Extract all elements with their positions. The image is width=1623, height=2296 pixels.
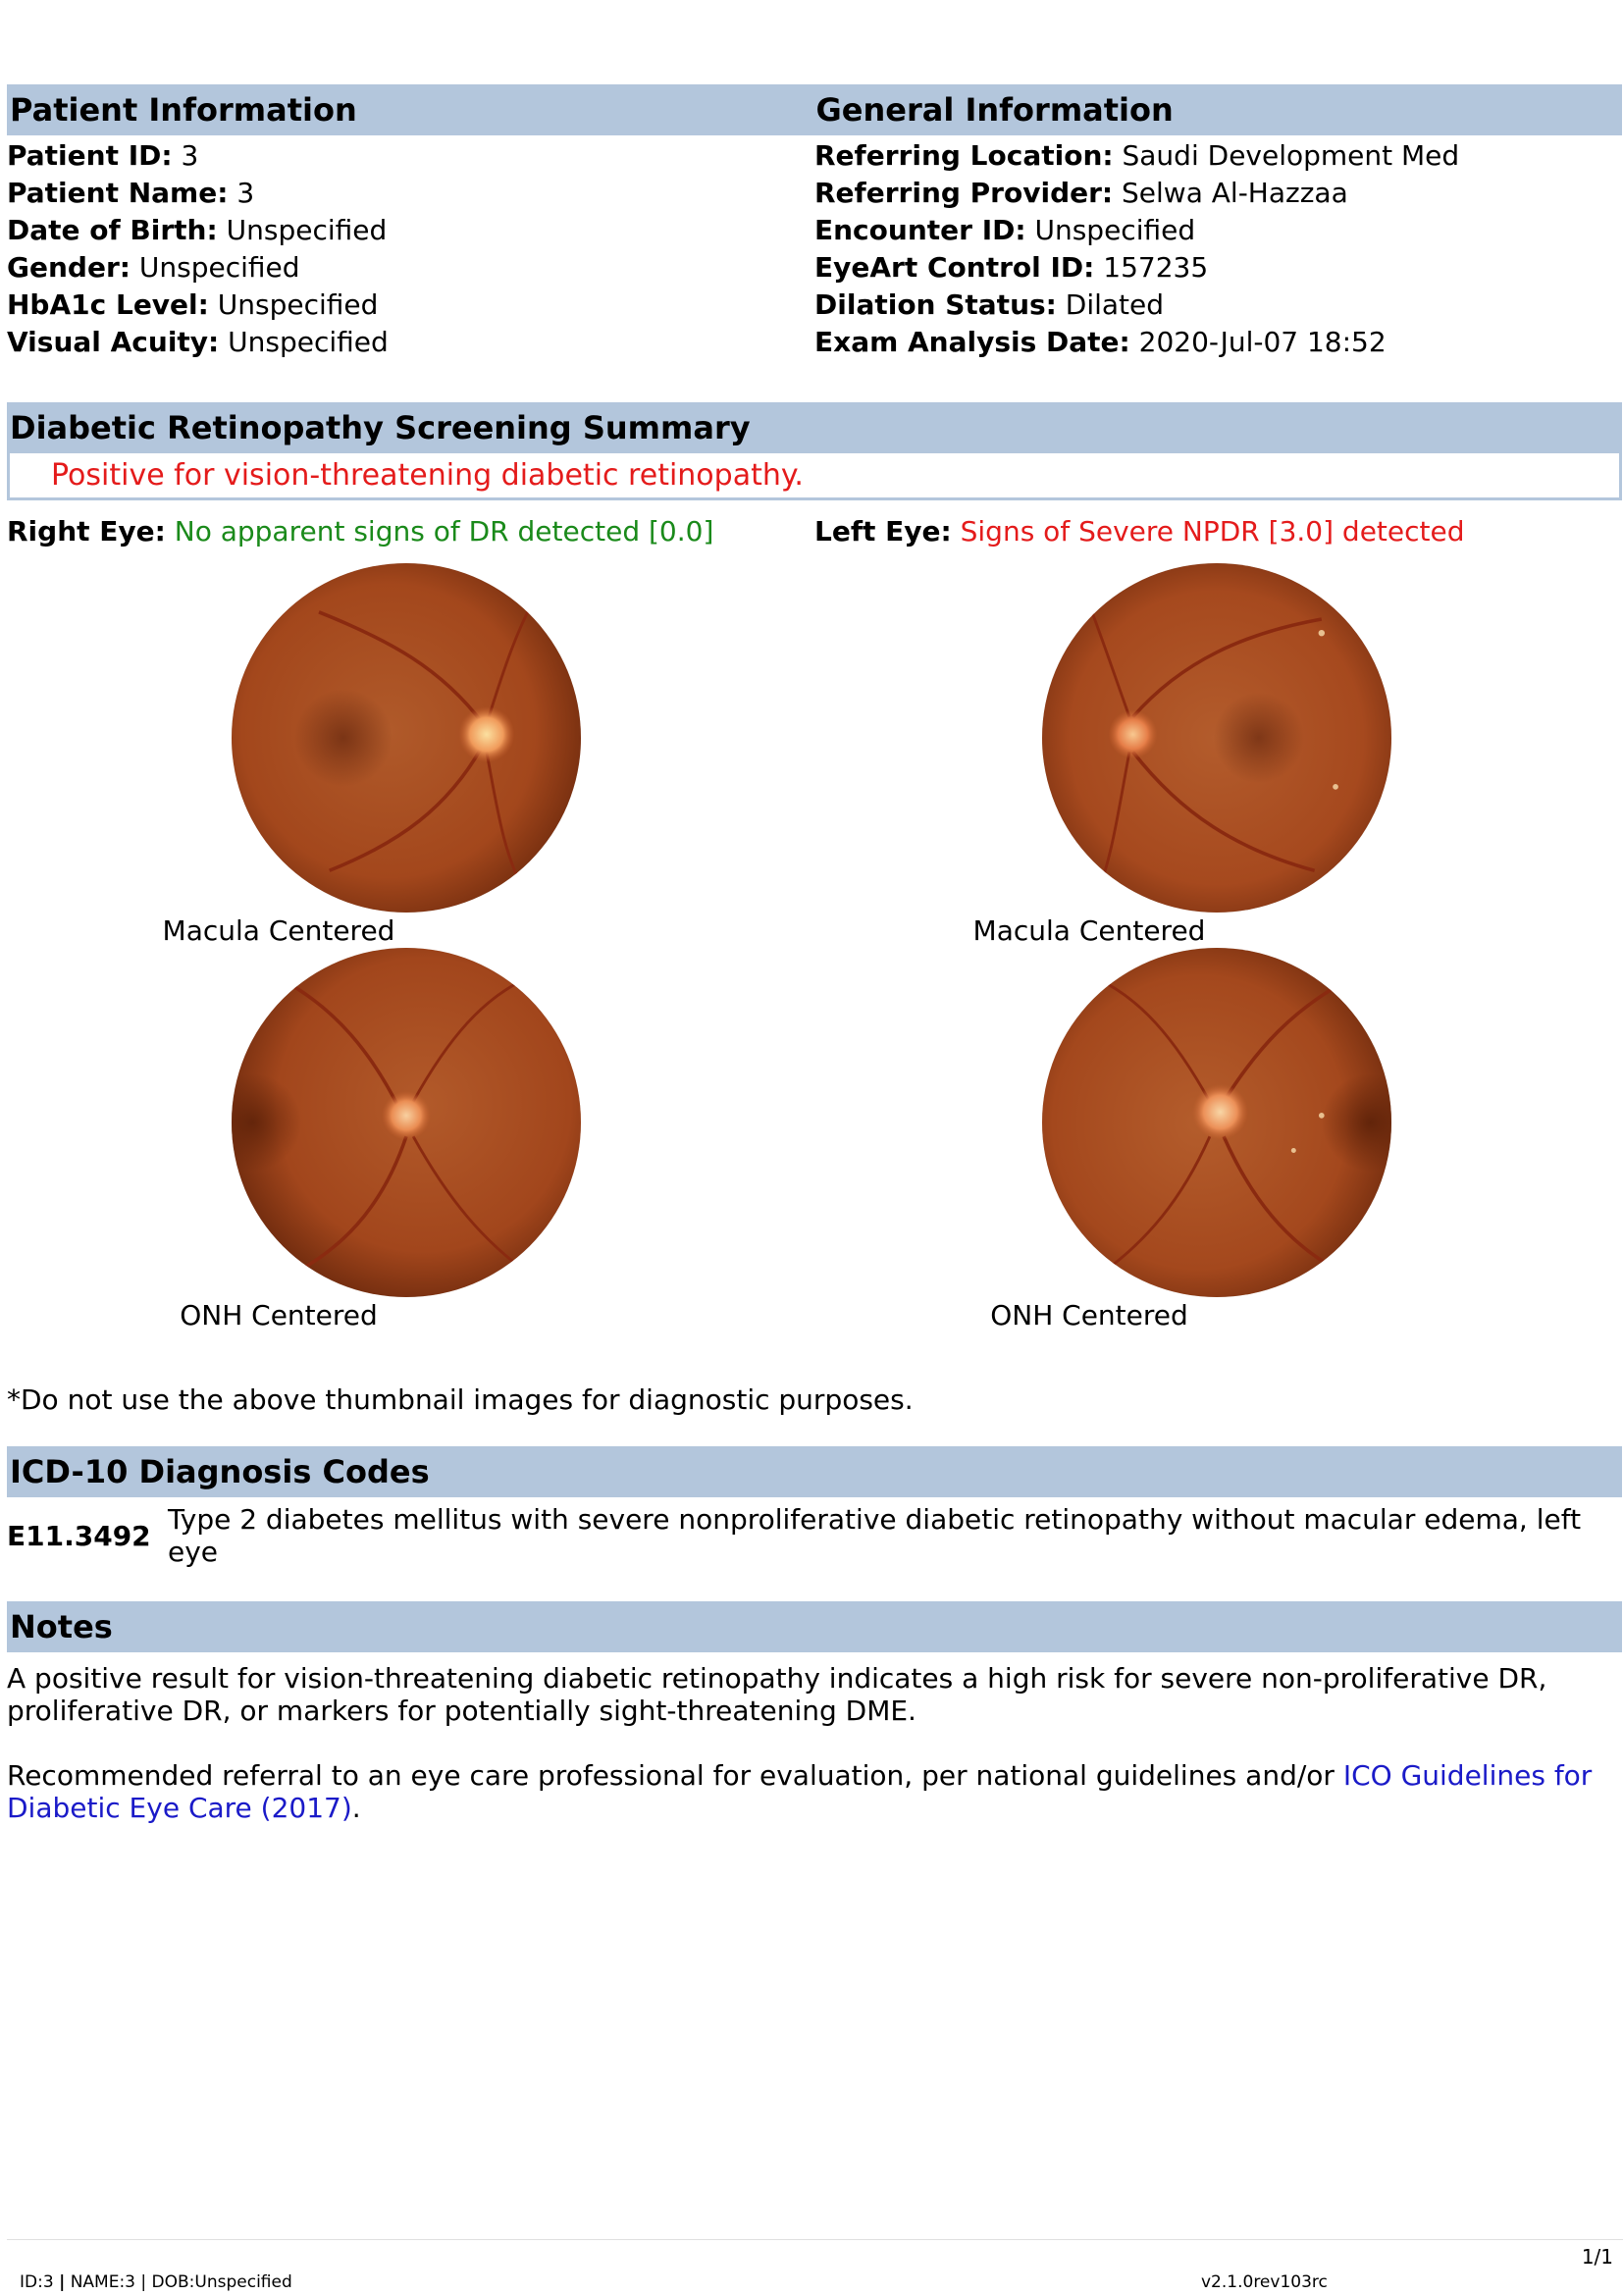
fundus-thumbnails: Macula Centered Macula Centered ONH Cent… <box>7 551 1622 1376</box>
eye-results-row: Right Eye: No apparent signs of DR detec… <box>7 510 1622 551</box>
notes-title: Notes <box>7 1601 1622 1652</box>
report-page: Patient Information General Information … <box>7 84 1622 1824</box>
summary-result: Positive for vision-threatening diabetic… <box>7 453 1622 500</box>
right-eye-result: Right Eye: No apparent signs of DR detec… <box>7 514 714 548</box>
page-number: 1/1 <box>1581 2245 1613 2269</box>
fundus-image-right-macula <box>232 563 581 913</box>
summary-title: Diabetic Retinopathy Screening Summary <box>7 402 1622 453</box>
info-header-band: Patient Information General Information <box>7 84 1622 135</box>
fundus-image-left-onh <box>1042 948 1391 1297</box>
control-id-row: EyeArt Control ID: 157235 <box>814 251 1209 284</box>
patient-name-row: Patient Name: 3 <box>7 177 255 209</box>
exam-date-row: Exam Analysis Date: 2020-Jul-07 18:52 <box>814 326 1387 358</box>
icd-title: ICD-10 Diagnosis Codes <box>7 1446 1622 1497</box>
dilation-status-row: Dilation Status: Dilated <box>814 288 1165 321</box>
footer-patient-summary: ID:3 | NAME:3 | DOB:Unspecified <box>20 2272 292 2292</box>
hba1c-row: HbA1c Level: Unspecified <box>7 288 379 321</box>
referring-provider-row: Referring Provider: Selwa Al-Hazzaa <box>814 177 1348 209</box>
fundus-image-left-macula <box>1042 563 1391 913</box>
footer-divider <box>7 2239 1623 2240</box>
encounter-id-row: Encounter ID: Unspecified <box>814 214 1196 246</box>
icd-code: E11.3492 <box>7 1519 151 1552</box>
dob-row: Date of Birth: Unspecified <box>7 214 388 246</box>
caption-right-macula: Macula Centered <box>162 914 395 947</box>
gender-row: Gender: Unspecified <box>7 251 300 284</box>
icd-code-row: E11.3492 Type 2 diabetes mellitus with s… <box>7 1503 1622 1568</box>
left-eye-result: Left Eye: Signs of Severe NPDR [3.0] det… <box>814 514 1465 548</box>
visual-acuity-row: Visual Acuity: Unspecified <box>7 326 389 358</box>
notes-paragraph-1: A positive result for vision-threatening… <box>7 1662 1547 1727</box>
patient-info-title: Patient Information <box>10 91 357 129</box>
icd-description: Type 2 diabetes mellitus with severe non… <box>168 1503 1582 1568</box>
general-info-title: General Information <box>815 91 1174 129</box>
general-info-list: Referring Location: Saudi Development Me… <box>814 137 1622 361</box>
fundus-image-right-onh <box>232 948 581 1297</box>
referring-location-row: Referring Location: Saudi Development Me… <box>814 139 1460 172</box>
patient-info-list: Patient ID: 3 Patient Name: 3 Date of Bi… <box>7 137 814 361</box>
caption-right-onh: ONH Centered <box>180 1299 378 1331</box>
patient-id-row: Patient ID: 3 <box>7 139 199 172</box>
caption-left-onh: ONH Centered <box>990 1299 1188 1331</box>
notes-body: A positive result for vision-threatening… <box>7 1662 1622 1824</box>
caption-left-macula: Macula Centered <box>972 914 1206 947</box>
thumbnail-disclaimer: *Do not use the above thumbnail images f… <box>7 1383 914 1416</box>
notes-paragraph-2: Recommended referral to an eye care prof… <box>7 1759 1593 1824</box>
footer-version: v2.1.0rev103rc <box>1201 2272 1328 2292</box>
